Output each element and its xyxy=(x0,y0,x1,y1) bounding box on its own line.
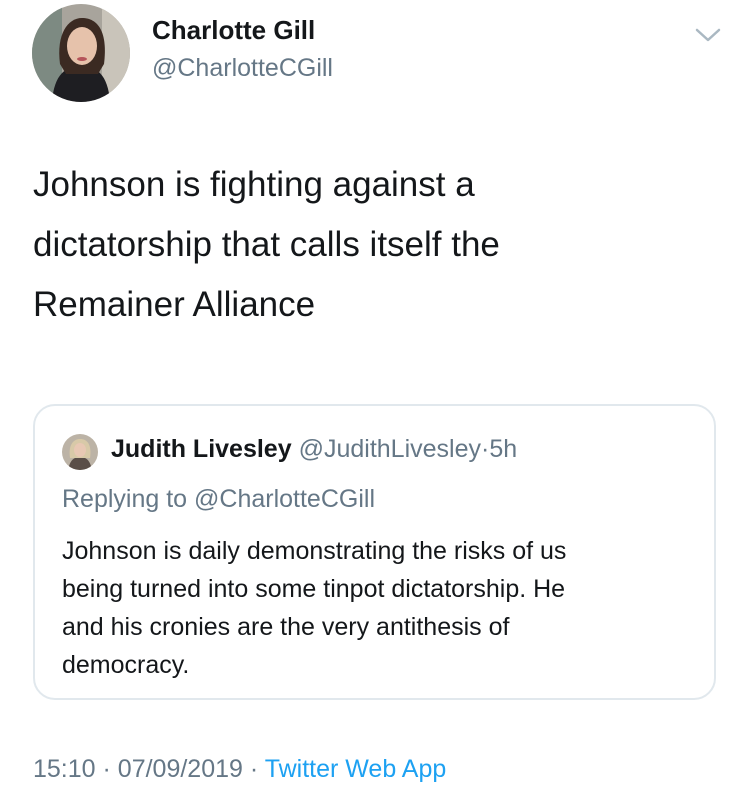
author-name[interactable]: Charlotte Gill xyxy=(152,15,315,46)
tweet-time: 15:10 xyxy=(33,755,96,783)
chevron-down-icon[interactable] xyxy=(693,24,723,46)
quoted-author-name: Judith Livesley xyxy=(111,435,292,463)
tweet-metadata: 15:10 · 07/09/2019 · Twitter Web App xyxy=(33,755,446,784)
meta-separator: · xyxy=(249,755,259,783)
quoted-tweet-text: Johnson is daily demonstrating the risks… xyxy=(62,537,567,679)
tweet-source-link[interactable]: Twitter Web App xyxy=(265,755,447,783)
author-handle[interactable]: @CharlotteCGill xyxy=(152,54,333,83)
quoted-tweet-header: Judith Livesley @JudithLivesley·5h xyxy=(111,435,517,464)
tweet-text: Johnson is fighting against a dictatorsh… xyxy=(33,165,500,324)
author-avatar[interactable] xyxy=(32,4,130,102)
quoted-author-handle: @JudithLivesley xyxy=(298,435,481,463)
quoted-tweet-card[interactable]: Judith Livesley @JudithLivesley·5h Reply… xyxy=(33,404,716,700)
meta-separator: · xyxy=(102,755,111,783)
quoted-timestamp: 5h xyxy=(489,435,518,463)
replying-to-label: Replying to @CharlotteCGill xyxy=(62,485,376,513)
tweet-date: 07/09/2019 xyxy=(117,755,243,783)
quoted-author-avatar xyxy=(62,434,98,470)
